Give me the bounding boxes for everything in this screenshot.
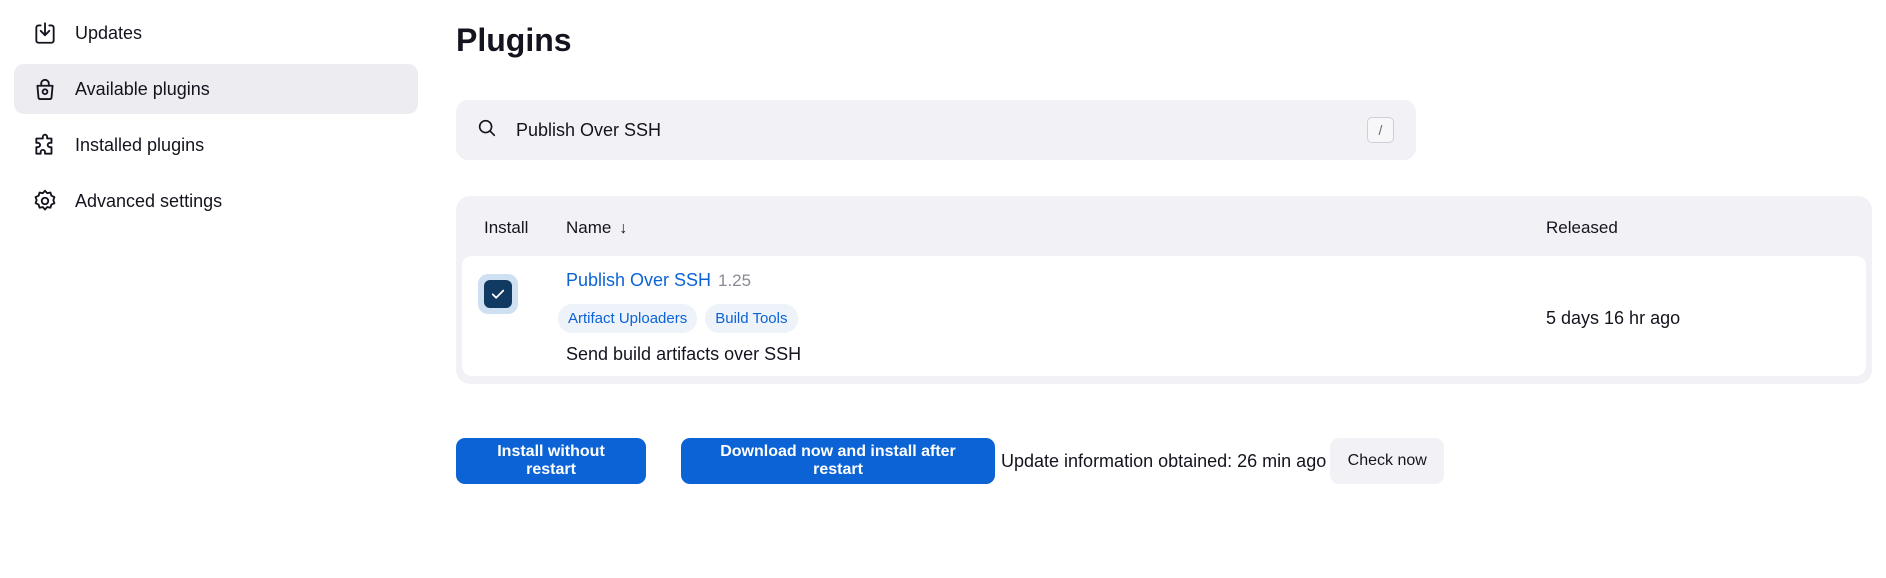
plugins-table: Install Name ↓ Released Publish Over SSH …	[456, 196, 1872, 384]
tag-artifact-uploaders[interactable]: Artifact Uploaders	[558, 304, 698, 333]
sidebar-item-label: Updates	[75, 22, 143, 43]
tag-build-tools[interactable]: Build Tools	[705, 304, 798, 333]
sidebar-item-updates[interactable]: Updates	[14, 8, 418, 58]
checkmark-icon	[491, 289, 505, 299]
download-install-after-restart-button[interactable]: Download now and install after restart	[681, 438, 995, 484]
search-input[interactable]: Publish Over SSH	[516, 120, 661, 141]
check-now-button[interactable]: Check now	[1330, 438, 1445, 484]
download-icon	[31, 19, 59, 47]
search-bar[interactable]: Publish Over SSH /	[456, 100, 1416, 160]
shopping-bag-icon	[31, 75, 59, 103]
gear-icon	[31, 187, 59, 215]
sidebar-item-label: Available plugins	[75, 78, 210, 99]
search-shortcut-hint: /	[1367, 117, 1394, 143]
column-header-install: Install	[484, 218, 529, 237]
plugin-name-link[interactable]: Publish Over SSH	[566, 270, 711, 291]
column-header-released[interactable]: Released	[1546, 218, 1618, 238]
puzzle-icon	[31, 131, 59, 159]
install-checkbox[interactable]	[478, 274, 518, 314]
page-title: Plugins	[456, 22, 572, 58]
checkbox-checked[interactable]	[484, 280, 512, 308]
plugin-description: Send build artifacts over SSH	[566, 344, 802, 364]
plugin-tags: Artifact Uploaders Build Tools	[558, 304, 806, 333]
action-bar: Install without restart Download now and…	[456, 438, 1445, 484]
sidebar-item-advanced-settings[interactable]: Advanced settings	[14, 176, 418, 226]
plugin-version: 1.25	[718, 271, 752, 290]
plugin-released: 5 days 16 hr ago	[1546, 308, 1681, 328]
update-info-text: Update information obtained: 26 min ago	[1001, 450, 1327, 471]
install-without-restart-button[interactable]: Install without restart	[456, 438, 646, 484]
sidebar-item-label: Installed plugins	[75, 134, 205, 155]
column-header-name[interactable]: Name ↓	[566, 218, 627, 238]
table-row: Publish Over SSH 1.25 Artifact Uploaders…	[462, 256, 1866, 376]
sidebar-item-available-plugins[interactable]: Available plugins	[14, 64, 418, 114]
column-header-name-label: Name	[566, 218, 612, 237]
sidebar-item-installed-plugins[interactable]: Installed plugins	[14, 120, 418, 170]
sort-arrow-icon: ↓	[619, 220, 628, 237]
sidebar-item-label: Advanced settings	[75, 190, 223, 211]
sidebar: Updates Available plugins Installed plug…	[14, 8, 418, 232]
search-icon	[476, 117, 498, 144]
